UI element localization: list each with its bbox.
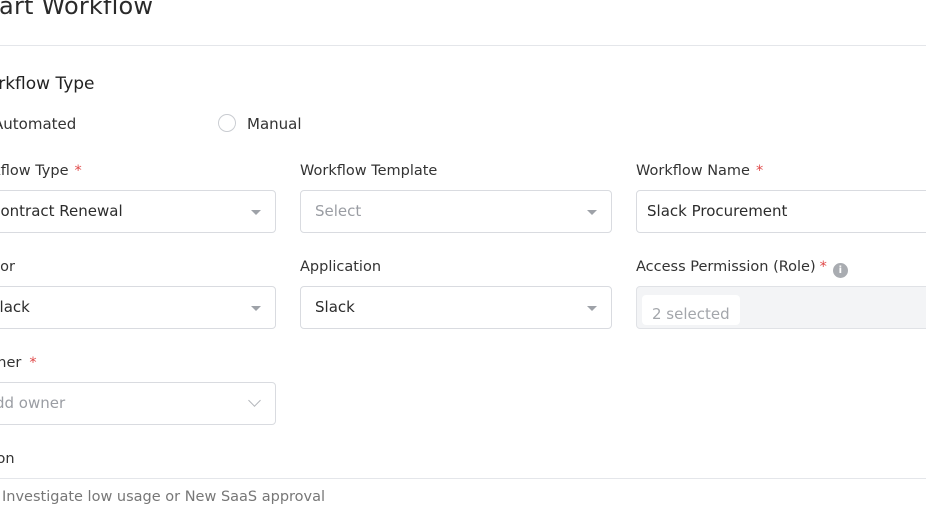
owner-select[interactable]: Add owner: [0, 382, 276, 425]
owner-placeholder: Add owner: [0, 394, 66, 412]
chevron-down-icon: [248, 394, 261, 407]
application-value: Slack: [315, 298, 355, 316]
required-marker: *: [74, 163, 82, 179]
vendor-label: Vendor: [0, 259, 15, 275]
vendor-select[interactable]: Slack: [0, 286, 276, 329]
page-title: Start Workflow: [0, 0, 154, 20]
workflow-name-label: Workflow Name *: [636, 163, 764, 179]
caret-down-icon: [251, 306, 261, 311]
workflow-name-input[interactable]: Slack Procurement: [636, 190, 926, 233]
description-hint[interactable]: Investigate low usage or New SaaS approv…: [2, 489, 325, 505]
required-marker: *: [819, 259, 827, 275]
required-marker: *: [29, 355, 37, 371]
radio-manual-label[interactable]: Manual: [247, 115, 302, 133]
caret-down-icon: [587, 210, 597, 215]
vendor-value: Slack: [0, 298, 30, 316]
radio-automated-label: Automated: [0, 115, 77, 133]
required-marker: *: [755, 163, 764, 179]
workflow-template-select[interactable]: Select: [300, 190, 612, 233]
owner-label: Owner*: [0, 355, 37, 371]
application-select[interactable]: Slack: [300, 286, 612, 329]
caret-down-icon: [251, 210, 261, 215]
access-permission-label: Access Permission (Role) * i: [636, 259, 848, 278]
access-permission-select[interactable]: 2 selected: [636, 286, 926, 329]
radio-manual-circle[interactable]: [218, 114, 236, 132]
start-workflow-page: Start Workflow Workflow Type Automated M…: [0, 0, 926, 515]
description-field-top-border: [0, 478, 926, 479]
workflow-type-section-title: Workflow Type: [0, 74, 95, 94]
workflow-template-label: Workflow Template: [300, 163, 438, 179]
workflow-name-value: Slack Procurement: [647, 202, 788, 220]
workflow-type-label: Workflow Type*: [0, 163, 82, 179]
workflow-type-value: Contract Renewal: [0, 202, 123, 220]
workflow-type-select[interactable]: Contract Renewal: [0, 190, 276, 233]
workflow-template-placeholder: Select: [315, 202, 362, 220]
selected-count-chip: 2 selected: [642, 295, 740, 325]
application-label: Application: [300, 259, 382, 275]
radio-automated[interactable]: Automated: [0, 115, 76, 133]
description-label: Description: [0, 451, 15, 467]
caret-down-icon: [587, 306, 597, 311]
title-divider: [0, 45, 926, 46]
info-icon[interactable]: i: [832, 263, 848, 278]
